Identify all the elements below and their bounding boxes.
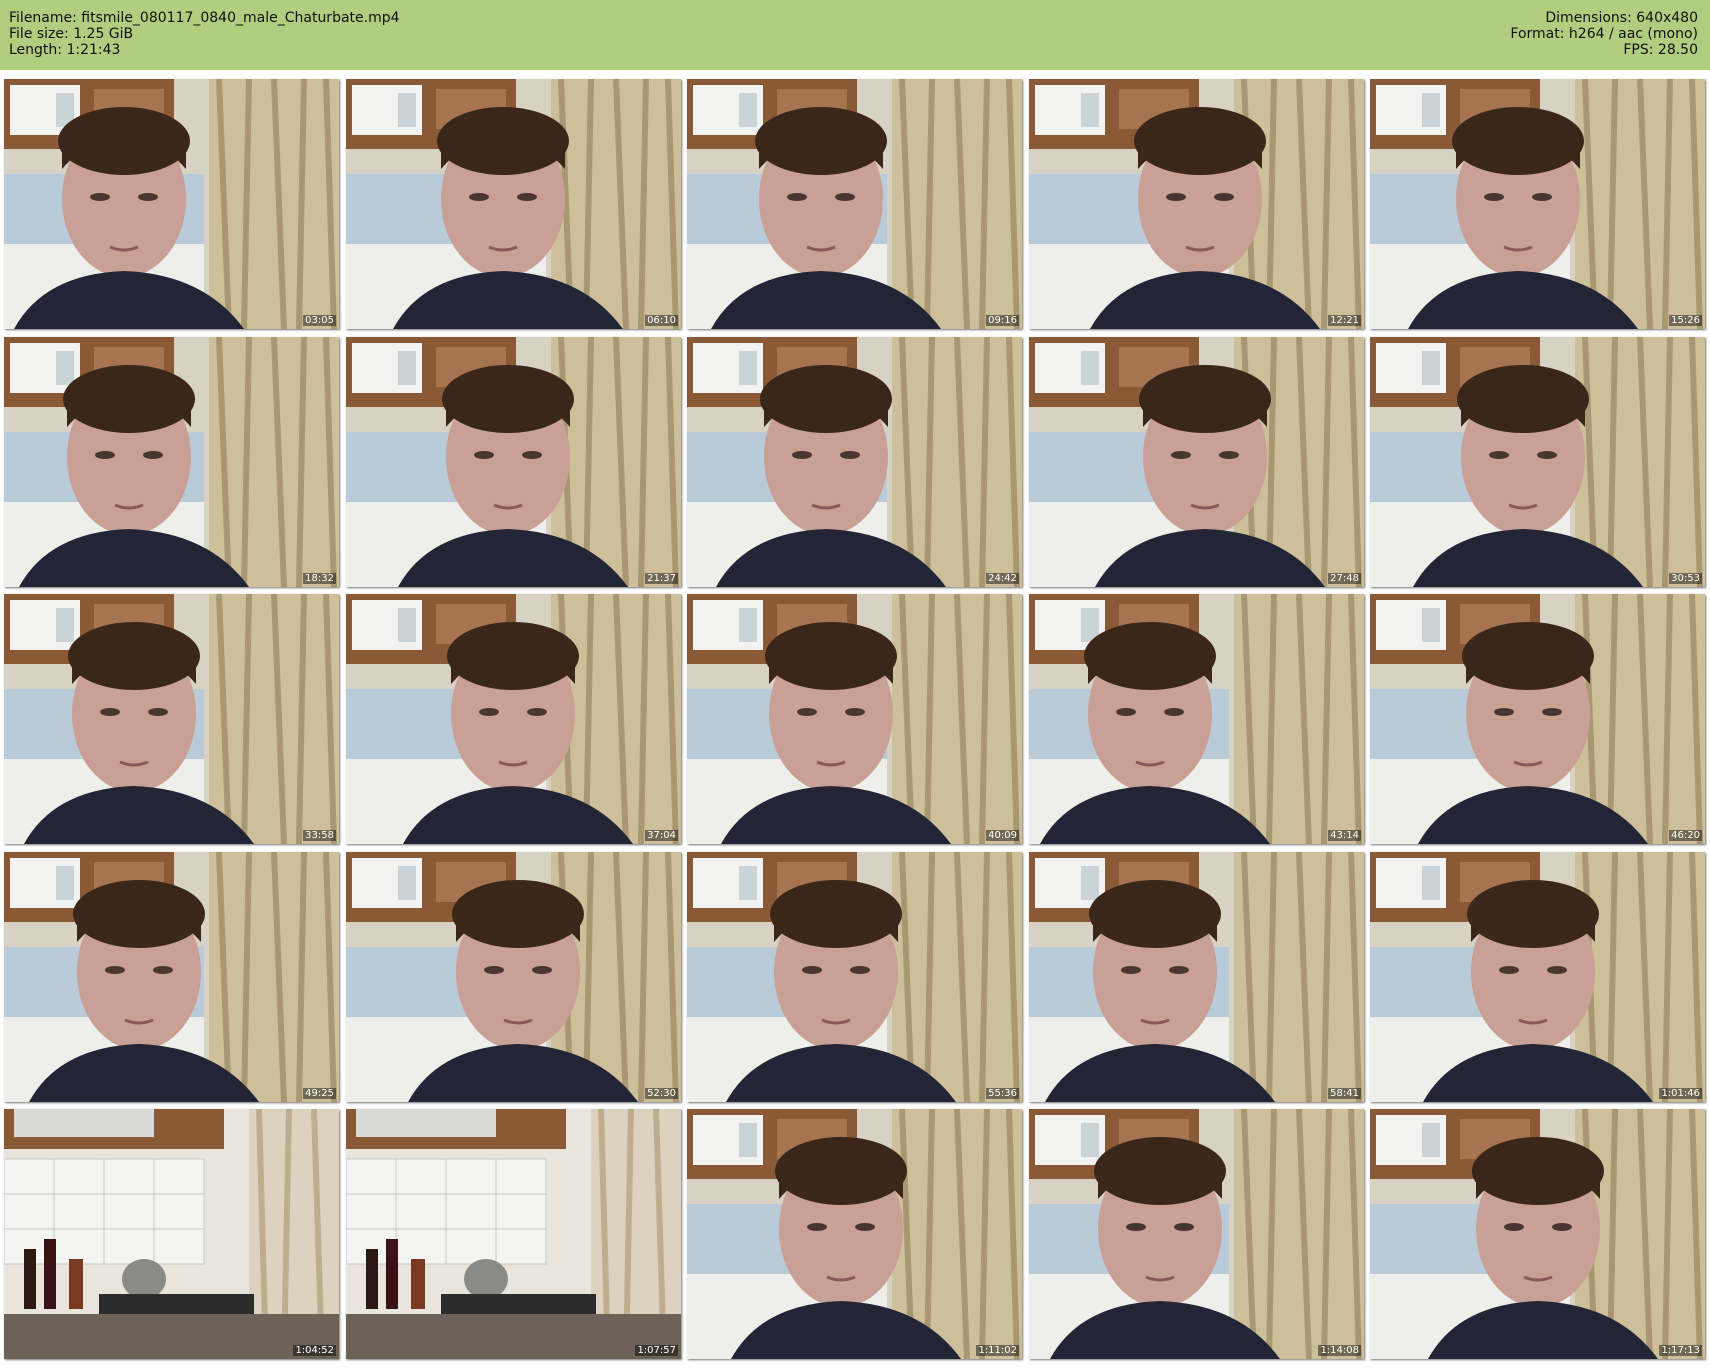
video-thumbnail: 46:20 [1370,594,1705,844]
video-thumbnail: 55:36 [687,852,1022,1102]
video-thumbnail: 1:11:02 [687,1109,1022,1359]
video-thumbnail: 27:48 [1029,337,1364,587]
thumbnail-timestamp: 18:32 [303,573,336,584]
video-thumbnail: 37:04 [346,594,681,844]
thumbnail-frame-image [4,337,339,587]
thumbnail-timestamp: 1:11:02 [976,1345,1019,1356]
thumbnail-frame-image [687,79,1022,329]
thumbnail-frame-image [346,852,681,1102]
video-thumbnail: 12:21 [1029,79,1364,329]
length-label: Length: 1:21:43 [9,42,121,58]
thumbnail-timestamp: 40:09 [986,830,1019,841]
thumbnail-timestamp: 1:07:57 [635,1345,678,1356]
thumbnail-timestamp: 46:20 [1669,830,1702,841]
thumbnail-timestamp: 12:21 [1328,315,1361,326]
video-thumbnail: 15:26 [1370,79,1705,329]
filename-label: Filename: fitsmile_080117_0840_male_Chat… [9,10,400,26]
video-thumbnail: 21:37 [346,337,681,587]
thumbnail-timestamp: 09:16 [986,315,1019,326]
video-thumbnail: 1:01:46 [1370,852,1705,1102]
thumbnail-timestamp: 33:58 [303,830,336,841]
thumbnail-frame-image [1029,1109,1364,1359]
thumbnail-grid: 03:05 06:10 09:16 12:21 15:26 18:32 21:3… [4,79,1706,1366]
stream-info: Dimensions: 640x480 Format: h264 / aac (… [1510,10,1698,58]
video-thumbnail: 58:41 [1029,852,1364,1102]
thumbnail-timestamp: 27:48 [1328,573,1361,584]
filesize-label: File size: 1.25 GiB [9,26,134,42]
thumbnail-timestamp: 55:36 [986,1088,1019,1099]
thumbnail-timestamp: 30:53 [1669,573,1702,584]
video-thumbnail: 09:16 [687,79,1022,329]
video-thumbnail: 1:17:13 [1370,1109,1705,1359]
thumbnail-frame-image [1029,852,1364,1102]
video-thumbnail: 43:14 [1029,594,1364,844]
video-thumbnail: 18:32 [4,337,339,587]
thumbnail-timestamp: 1:17:13 [1659,1345,1702,1356]
info-header: Filename: fitsmile_080117_0840_male_Chat… [0,0,1710,70]
thumbnail-timestamp: 15:26 [1669,315,1702,326]
thumbnail-frame-image [4,594,339,844]
thumbnail-frame-image [687,594,1022,844]
thumbnail-frame-image [687,852,1022,1102]
video-thumbnail: 24:42 [687,337,1022,587]
thumbnail-timestamp: 43:14 [1328,830,1361,841]
thumbnail-frame-image [346,1109,681,1359]
video-thumbnail: 03:05 [4,79,339,329]
thumbnail-frame-image [346,79,681,329]
thumbnail-timestamp: 1:01:46 [1659,1088,1702,1099]
video-thumbnail: 1:04:52 [4,1109,339,1359]
thumbnail-frame-image [1370,1109,1705,1359]
thumbnail-frame-image [1370,79,1705,329]
video-thumbnail: 1:07:57 [346,1109,681,1359]
thumbnail-timestamp: 58:41 [1328,1088,1361,1099]
video-thumbnail: 06:10 [346,79,681,329]
thumbnail-timestamp: 49:25 [303,1088,336,1099]
thumbnail-frame-image [4,1109,339,1359]
video-thumbnail: 40:09 [687,594,1022,844]
thumbnail-frame-image [4,79,339,329]
thumbnail-frame-image [1029,79,1364,329]
thumbnail-timestamp: 21:37 [645,573,678,584]
dimensions-label: Dimensions: 640x480 [1545,10,1698,26]
thumbnail-frame-image [1370,852,1705,1102]
thumbnail-timestamp: 37:04 [645,830,678,841]
thumbnail-frame-image [346,594,681,844]
video-thumbnail: 49:25 [4,852,339,1102]
thumbnail-frame-image [1370,337,1705,587]
thumbnail-frame-image [1029,594,1364,844]
fps-label: FPS: 28.50 [1623,42,1698,58]
thumbnail-frame-image [687,1109,1022,1359]
video-thumbnail: 1:14:08 [1029,1109,1364,1359]
video-thumbnail: 52:30 [346,852,681,1102]
file-info: Filename: fitsmile_080117_0840_male_Chat… [9,10,400,58]
thumbnail-frame-image [687,337,1022,587]
thumbnail-frame-image [346,337,681,587]
video-thumbnail: 30:53 [1370,337,1705,587]
thumbnail-timestamp: 06:10 [645,315,678,326]
thumbnail-frame-image [1029,337,1364,587]
thumbnail-timestamp: 1:04:52 [293,1345,336,1356]
thumbnail-timestamp: 03:05 [303,315,336,326]
thumbnail-timestamp: 24:42 [986,573,1019,584]
thumbnail-frame-image [1370,594,1705,844]
video-thumbnail: 33:58 [4,594,339,844]
thumbnail-frame-image [4,852,339,1102]
format-label: Format: h264 / aac (mono) [1510,26,1698,42]
thumbnail-timestamp: 1:14:08 [1318,1345,1361,1356]
thumbnail-timestamp: 52:30 [645,1088,678,1099]
